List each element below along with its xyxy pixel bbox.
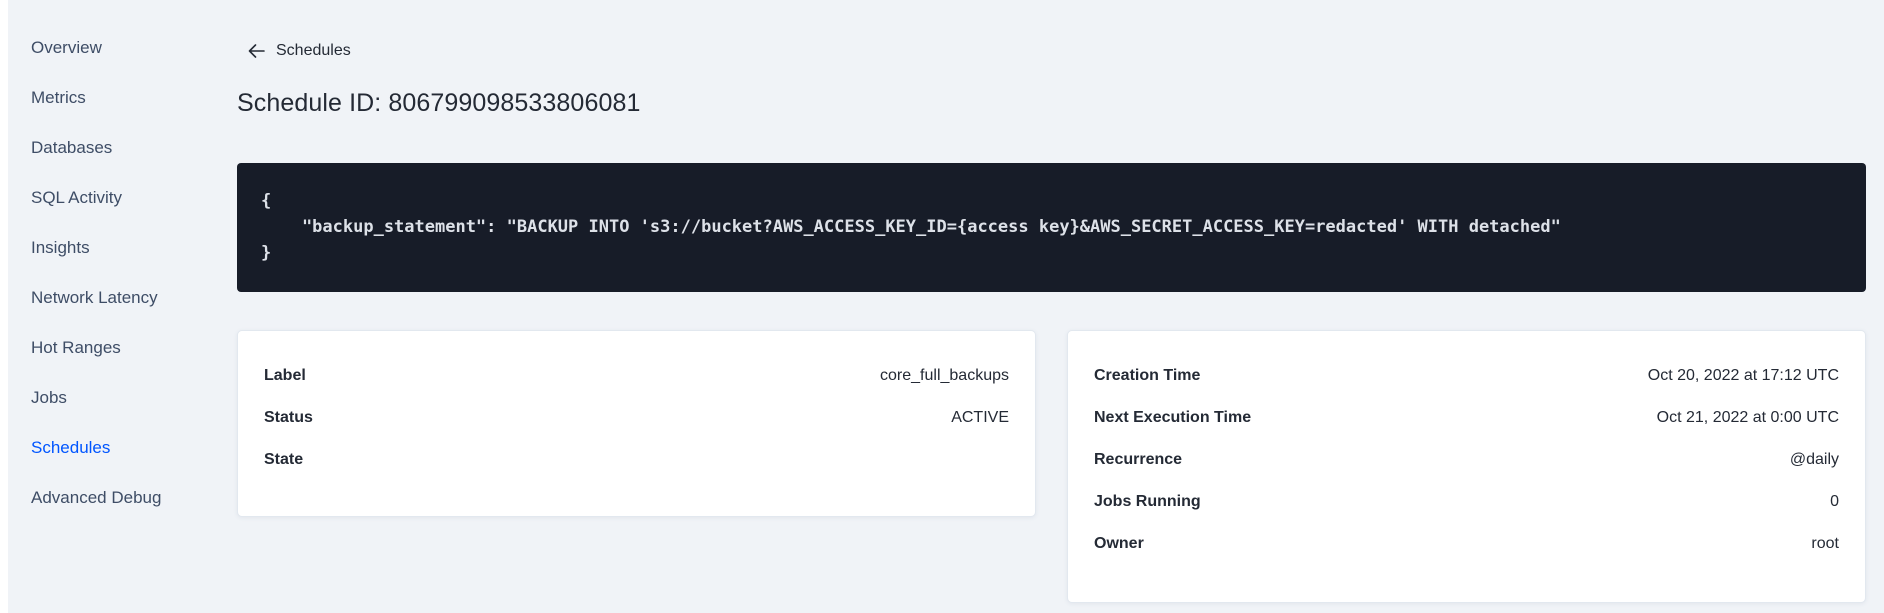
arrow-left-icon — [248, 44, 265, 58]
summary-label: Next Execution Time — [1094, 409, 1252, 426]
summary-value: Oct 21, 2022 at 0:00 UTC — [1656, 409, 1839, 426]
page-title: Schedule ID: 806799098533806081 — [237, 89, 641, 117]
code-line: "backup_statement": "BACKUP INTO 's3://b… — [261, 217, 1561, 237]
summary-value: Oct 20, 2022 at 17:12 UTC — [1647, 367, 1839, 384]
schedule-statement-code-block: { "backup_statement": "BACKUP INTO 's3:/… — [237, 163, 1866, 292]
summary-value: @daily — [1789, 451, 1839, 468]
summary-label: Creation Time — [1094, 367, 1201, 384]
schedule-timing-card: Creation Time Oct 20, 2022 at 17:12 UTC … — [1067, 330, 1866, 603]
left-edge-strip — [0, 0, 8, 613]
sidebar-item-metrics[interactable]: Metrics — [8, 73, 190, 123]
summary-row-status: Status ACTIVE — [264, 397, 1009, 439]
sidebar-item-network-latency[interactable]: Network Latency — [8, 273, 190, 323]
summary-label: Label — [264, 367, 306, 384]
summary-row-recurrence: Recurrence @daily — [1094, 439, 1839, 481]
sidebar-item-insights[interactable]: Insights — [8, 223, 190, 273]
summary-row-next-execution-time: Next Execution Time Oct 21, 2022 at 0:00… — [1094, 397, 1839, 439]
summary-value: root — [1811, 535, 1839, 552]
sidebar-item-advanced-debug[interactable]: Advanced Debug — [8, 473, 190, 523]
summary-value: core_full_backups — [880, 367, 1009, 384]
sidebar: Overview Metrics Databases SQL Activity … — [8, 23, 190, 523]
sidebar-item-hot-ranges[interactable]: Hot Ranges — [8, 323, 190, 373]
summary-row-owner: Owner root — [1094, 523, 1839, 565]
back-to-schedules-link[interactable]: Schedules — [248, 42, 351, 60]
summary-value: 0 — [1830, 493, 1839, 510]
sidebar-item-sql-activity[interactable]: SQL Activity — [8, 173, 190, 223]
summary-label: Owner — [1094, 535, 1144, 552]
summary-label: Status — [264, 409, 313, 426]
back-link-label: Schedules — [276, 42, 351, 59]
sidebar-item-schedules[interactable]: Schedules — [8, 423, 190, 473]
sidebar-item-overview[interactable]: Overview — [8, 23, 190, 73]
schedule-summary-card: Label core_full_backups Status ACTIVE St… — [237, 330, 1036, 517]
summary-row-state: State — [264, 439, 1009, 481]
sidebar-item-jobs[interactable]: Jobs — [8, 373, 190, 423]
sidebar-item-databases[interactable]: Databases — [8, 123, 190, 173]
summary-row-creation-time: Creation Time Oct 20, 2022 at 17:12 UTC — [1094, 355, 1839, 397]
summary-row-label: Label core_full_backups — [264, 355, 1009, 397]
summary-label: Recurrence — [1094, 451, 1183, 468]
summary-label: State — [264, 451, 304, 468]
code-line: } — [261, 243, 272, 263]
code-line: { — [261, 191, 272, 211]
summary-value: ACTIVE — [951, 409, 1009, 426]
summary-row-jobs-running: Jobs Running 0 — [1094, 481, 1839, 523]
summary-label: Jobs Running — [1094, 493, 1201, 510]
